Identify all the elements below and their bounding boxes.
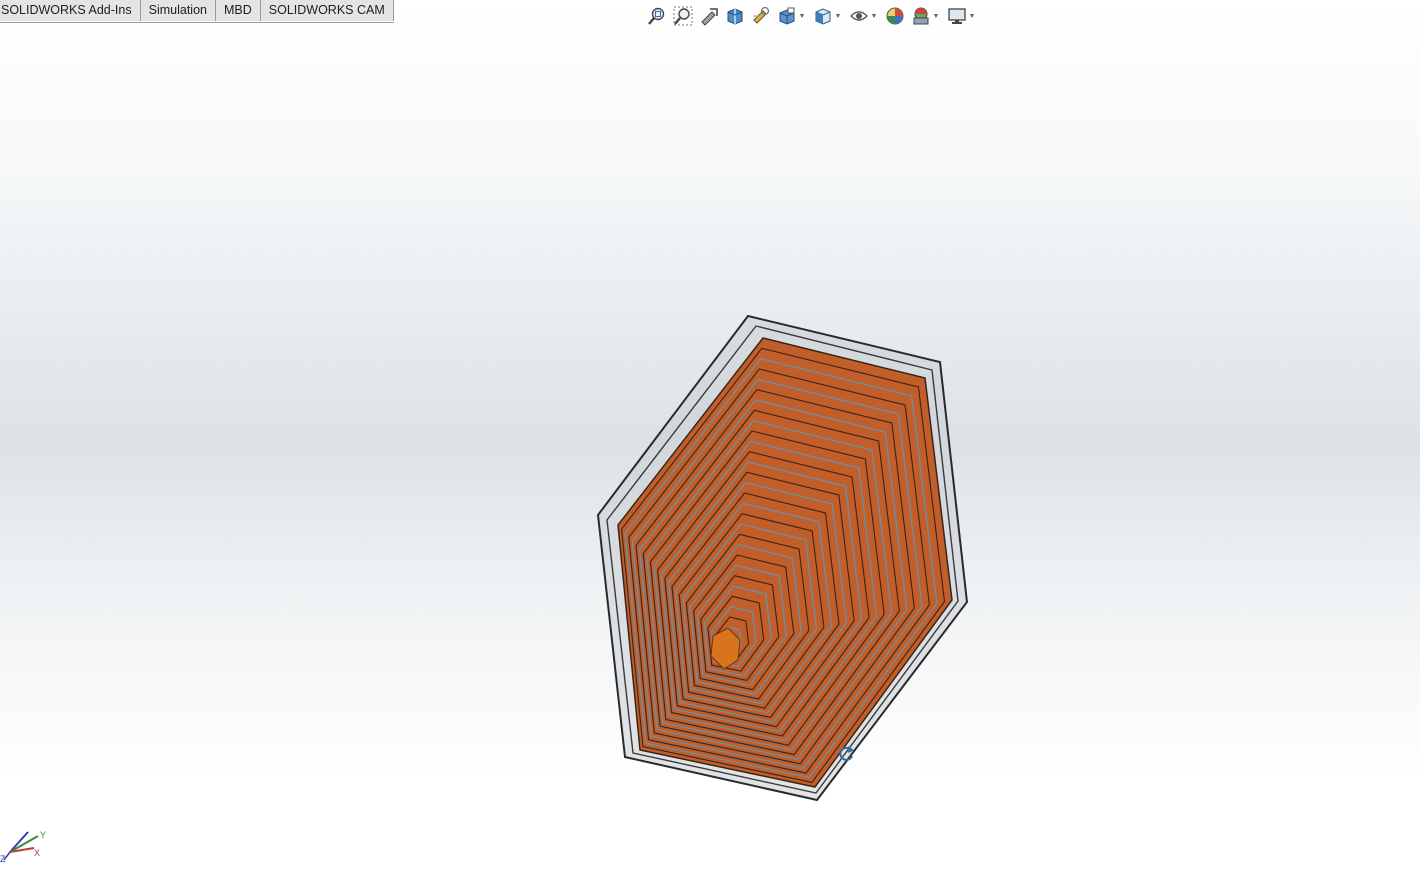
reference-triad: Y X Z bbox=[0, 830, 46, 864]
triad-x-label: X bbox=[34, 848, 40, 858]
triad-z-label: Z bbox=[0, 854, 6, 864]
command-manager-tabs: SOLIDWORKS Add-Ins Simulation MBD SOLIDW… bbox=[0, 0, 394, 23]
graphics-area[interactable] bbox=[0, 22, 1420, 888]
rotate-cursor-icon bbox=[839, 746, 854, 761]
tab-simulation[interactable]: Simulation bbox=[140, 0, 216, 21]
triad-y-label: Y bbox=[40, 830, 46, 840]
hexagonal-coil-model[interactable] bbox=[0, 22, 1420, 888]
tab-solidworks-cam[interactable]: SOLIDWORKS CAM bbox=[260, 0, 394, 21]
tab-solidworks-add-ins[interactable]: SOLIDWORKS Add-Ins bbox=[0, 0, 141, 21]
tab-mbd[interactable]: MBD bbox=[215, 0, 261, 21]
